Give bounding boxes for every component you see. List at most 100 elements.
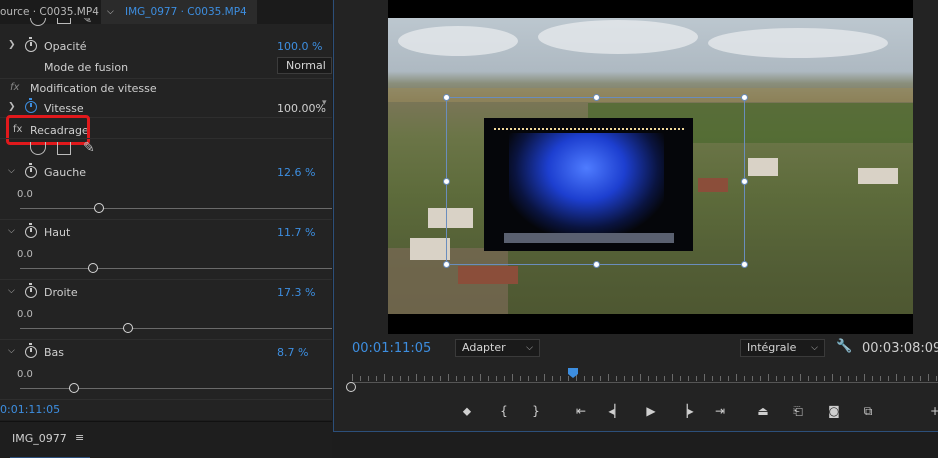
ruler-tick xyxy=(424,376,425,381)
crop-top-value[interactable]: 11.7 % xyxy=(277,226,315,239)
expand-right-icon[interactable]: ⌵ xyxy=(8,286,15,296)
program-current-timecode[interactable]: 00:01:11:05 xyxy=(352,341,431,356)
rectangle-mask-icon[interactable] xyxy=(57,142,71,155)
transform-handle[interactable] xyxy=(443,94,450,101)
stopwatch-icon[interactable] xyxy=(25,163,37,178)
speed-value[interactable]: 100.00% xyxy=(277,102,326,115)
crop-top-slider-track[interactable] xyxy=(20,268,332,269)
crop-left-slider-track[interactable] xyxy=(20,208,332,209)
stopwatch-icon[interactable] xyxy=(25,343,37,358)
cut-timecode xyxy=(10,454,90,458)
fit-zoom-select[interactable]: Adapter ⌵ xyxy=(455,339,540,357)
crop-right-min: 0.0 xyxy=(17,309,33,320)
comparison-view-icon[interactable]: ⧉ xyxy=(859,403,877,419)
add-marker-icon[interactable]: ⬥ xyxy=(458,403,476,419)
blend-mode-select[interactable]: Normal xyxy=(277,57,332,74)
ruler-tick xyxy=(896,374,897,381)
ruler-tick xyxy=(832,374,833,381)
panel-menu-icon[interactable]: ≡ xyxy=(75,431,84,444)
add-button-icon[interactable]: + xyxy=(926,403,938,419)
crop-bottom-slider-track[interactable] xyxy=(20,388,332,389)
house xyxy=(748,158,778,176)
play-icon[interactable]: ▶ xyxy=(642,403,660,419)
mark-in-icon[interactable]: { xyxy=(495,403,513,419)
crop-right-value[interactable]: 17.3 % xyxy=(277,286,315,299)
stopwatch-icon[interactable] xyxy=(25,223,37,238)
project-tab[interactable]: IMG_0977 xyxy=(12,432,67,445)
ellipse-mask-icon[interactable] xyxy=(30,142,46,155)
highlight-box xyxy=(6,115,90,145)
mark-out-icon[interactable]: } xyxy=(527,403,545,419)
expand-left-icon[interactable]: ⌵ xyxy=(8,166,15,176)
roof xyxy=(458,266,518,284)
ellipse-mask-icon[interactable] xyxy=(30,18,46,26)
ruler-tick xyxy=(496,376,497,381)
expand-speed-icon[interactable]: ❯ xyxy=(8,102,16,112)
expand-top-icon[interactable]: ⌵ xyxy=(8,226,15,236)
video-preview[interactable] xyxy=(388,0,913,334)
chevron-down-icon: ⌵ xyxy=(526,343,533,353)
pen-mask-icon[interactable]: ✎ xyxy=(82,18,92,26)
effect-controls-timecode[interactable]: 0:01:11:05 xyxy=(0,403,60,416)
extract-icon[interactable]: ⎗ xyxy=(789,403,807,419)
stopwatch-icon[interactable] xyxy=(25,37,37,52)
step-back-icon[interactable]: ◂▏ xyxy=(607,403,625,419)
transform-bounding-box[interactable] xyxy=(443,94,748,268)
crop-bottom-value[interactable]: 8.7 % xyxy=(277,346,308,359)
expand-bottom-icon[interactable]: ⌵ xyxy=(8,346,15,356)
transform-handle[interactable] xyxy=(593,94,600,101)
ruler-tick xyxy=(488,376,489,381)
ruler-tick xyxy=(776,376,777,381)
zoom-scrollbar[interactable] xyxy=(352,382,938,383)
playback-resolution-value: Intégrale xyxy=(747,341,797,354)
ruler-tick xyxy=(856,376,857,381)
rectangle-mask-icon[interactable] xyxy=(57,18,71,24)
ruler-tick xyxy=(712,376,713,381)
cloud xyxy=(538,20,698,54)
go-to-in-icon[interactable]: ⇤ xyxy=(572,403,590,419)
tab-active-clip[interactable]: ⌵ IMG_0977 · C0035.MP4 xyxy=(101,0,257,24)
ruler-tick xyxy=(400,376,401,381)
zoom-handle[interactable] xyxy=(346,382,356,392)
tab-active-label: IMG_0977 · C0035.MP4 xyxy=(125,6,247,18)
expand-opacity-icon[interactable]: ❯ xyxy=(8,40,16,50)
ruler-tick xyxy=(528,376,529,381)
transform-handle[interactable] xyxy=(443,261,450,268)
lift-icon[interactable]: ⏏ xyxy=(754,403,772,419)
divider xyxy=(0,399,332,400)
opacity-value[interactable]: 100.0 % xyxy=(277,40,322,53)
ruler-tick xyxy=(760,376,761,381)
house xyxy=(858,168,898,184)
go-to-out-icon[interactable]: ⇥ xyxy=(711,403,729,419)
playback-resolution-select[interactable]: Intégrale ⌵ xyxy=(740,339,825,357)
chevron-down-icon[interactable]: ⌵ xyxy=(107,0,114,24)
transform-handle[interactable] xyxy=(593,261,600,268)
ruler-tick xyxy=(448,374,449,381)
ruler-tick xyxy=(616,376,617,381)
settings-wrench-icon[interactable]: 🔧 xyxy=(836,339,852,354)
time-ruler[interactable] xyxy=(352,372,938,382)
export-frame-icon[interactable]: ◙ xyxy=(825,403,843,419)
mask-tools-top: ✎ xyxy=(30,18,100,26)
stopwatch-icon[interactable] xyxy=(25,283,37,298)
crop-top-slider-knob[interactable] xyxy=(88,263,98,273)
ruler-tick xyxy=(456,376,457,381)
ruler-tick xyxy=(744,376,745,381)
stopwatch-icon[interactable] xyxy=(25,98,37,113)
transform-handle[interactable] xyxy=(741,94,748,101)
transform-handle[interactable] xyxy=(741,261,748,268)
step-forward-icon[interactable]: ▕▸ xyxy=(677,403,695,419)
divider xyxy=(0,78,332,79)
ruler-tick xyxy=(408,376,409,381)
crop-bottom-slider-knob[interactable] xyxy=(69,383,79,393)
speed-dropdown-icon[interactable]: ▾ xyxy=(322,98,327,108)
crop-left-slider-knob[interactable] xyxy=(94,203,104,213)
crop-left-value[interactable]: 12.6 % xyxy=(277,166,315,179)
transform-handle[interactable] xyxy=(741,178,748,185)
transform-handle[interactable] xyxy=(443,178,450,185)
crop-right-slider-track[interactable] xyxy=(20,328,332,329)
ruler-tick xyxy=(376,376,377,381)
pen-mask-icon[interactable]: ✎ xyxy=(83,140,95,156)
crop-right-slider-knob[interactable] xyxy=(123,323,133,333)
ruler-tick xyxy=(688,376,689,381)
